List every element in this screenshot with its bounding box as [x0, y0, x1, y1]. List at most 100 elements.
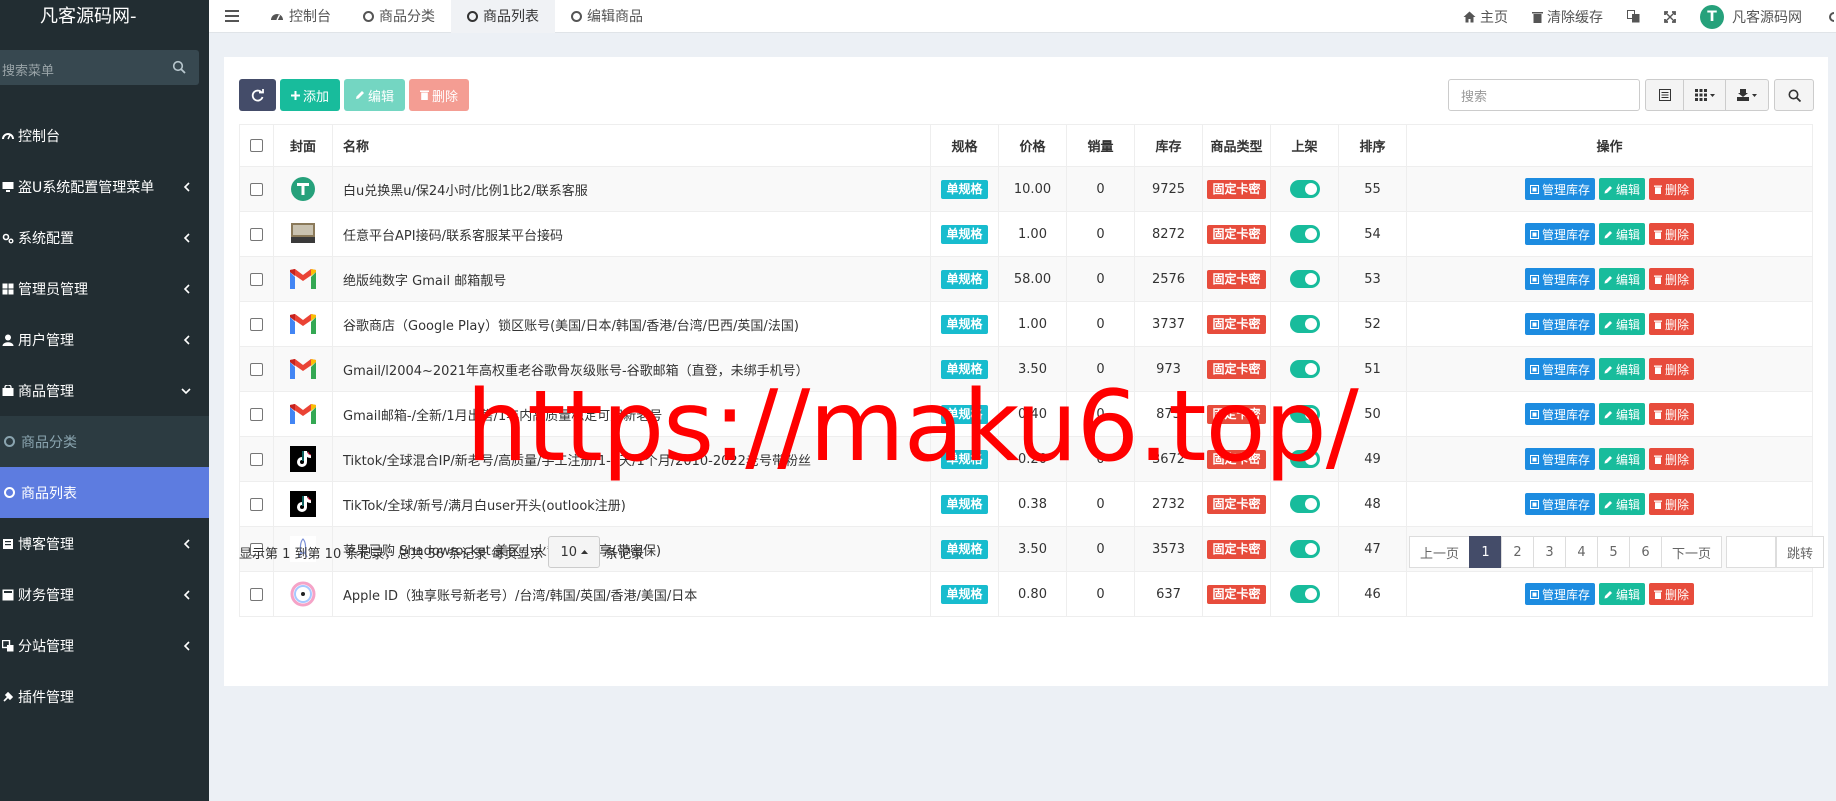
onsale-toggle[interactable]	[1289, 405, 1320, 423]
manage-stock-button[interactable]: 管理库存	[1524, 403, 1595, 425]
jump-page-button[interactable]: 跳转	[1775, 536, 1824, 568]
page-6-button[interactable]: 6	[1628, 536, 1662, 568]
sidebar-item-blog[interactable]: 博客管理	[0, 518, 209, 569]
row-edit-button[interactable]: 编辑	[1598, 493, 1645, 515]
onsale-toggle[interactable]	[1289, 180, 1320, 198]
sidebar-subitem-product-category[interactable]: 商品分类	[0, 416, 209, 467]
manage-stock-button[interactable]: 管理库存	[1524, 268, 1595, 290]
table-row[interactable]: Gmail邮箱-/全新/1月出售/1年内高质量稳定可用新老号 单规格 0.40 0 87…	[239, 391, 1813, 437]
menu-search-input[interactable]: 搜索菜单	[0, 50, 199, 85]
product-cover-image[interactable]	[288, 354, 318, 384]
table-row[interactable]: Apple ID（独享账号新老号）/台湾/韩国/英国/香港/美国/日本 单规格 0.…	[239, 571, 1813, 617]
sidebar-item-admin[interactable]: 管理员管理	[0, 263, 209, 314]
row-checkbox[interactable]	[250, 182, 263, 196]
table-row[interactable]: TikTok/全球/新号/满月白user开头(outlook注册) 单规格 0.38…	[239, 481, 1813, 527]
row-checkbox[interactable]	[250, 497, 263, 511]
table-row[interactable]: 绝版纯数字 Gmail 邮箱靓号 单规格 58.00 0 2576 固定卡密 53 管理库存 编…	[239, 256, 1813, 302]
translate-button[interactable]	[1615, 0, 1652, 33]
manage-stock-button[interactable]: 管理库存	[1524, 448, 1595, 470]
sidebar-item-system-u[interactable]: 盗U系统配置管理菜单	[0, 161, 209, 212]
row-checkbox[interactable]	[250, 227, 263, 241]
column-header-sort[interactable]: 排序	[1338, 124, 1407, 167]
select-all-checkbox[interactable]	[250, 139, 263, 152]
page-1-button[interactable]: 1	[1468, 536, 1502, 568]
product-cover-image[interactable]	[288, 309, 318, 339]
onsale-toggle[interactable]	[1289, 495, 1320, 513]
product-cover-image[interactable]	[288, 264, 318, 294]
table-row[interactable]: Gmail/l2004~2021年高权重老谷歌骨灰级账号-谷歌邮箱（直登，未绑手…	[239, 346, 1813, 392]
onsale-toggle[interactable]	[1289, 315, 1320, 333]
sidebar-item-products[interactable]: 商品管理	[0, 365, 209, 416]
toggle-view-button[interactable]	[1646, 80, 1684, 110]
tab-product-list[interactable]: 商品列表	[451, 0, 555, 33]
onsale-toggle[interactable]	[1289, 585, 1320, 603]
column-header-name[interactable]: 名称	[332, 124, 931, 167]
row-edit-button[interactable]: 编辑	[1598, 448, 1645, 470]
row-edit-button[interactable]: 编辑	[1598, 583, 1645, 605]
column-header-sales[interactable]: 销量	[1066, 124, 1135, 167]
column-header-price[interactable]: 价格	[998, 124, 1067, 167]
settings-button[interactable]	[1814, 0, 1836, 33]
tab-edit-product[interactable]: 编辑商品	[555, 0, 659, 33]
refresh-button[interactable]	[239, 79, 276, 111]
prev-page-button[interactable]: 上一页	[1408, 536, 1470, 568]
product-cover-image[interactable]	[288, 579, 318, 609]
jump-page-input[interactable]	[1725, 536, 1776, 568]
table-row[interactable]: 任意平台API接码/联系客服某平台接码 单规格 1.00 0 8272 固定卡密 54 管理库…	[239, 211, 1813, 257]
manage-stock-button[interactable]: 管理库存	[1524, 358, 1595, 380]
product-cover-image[interactable]	[288, 174, 318, 204]
row-checkbox[interactable]	[250, 362, 263, 376]
column-header-type[interactable]: 商品类型	[1202, 124, 1271, 167]
row-edit-button[interactable]: 编辑	[1598, 403, 1645, 425]
sidebar-item-plugins[interactable]: 插件管理	[0, 671, 209, 722]
user-menu[interactable]: T 凡客源码网	[1688, 0, 1814, 33]
home-link[interactable]: 主页	[1451, 0, 1520, 33]
table-row[interactable]: 谷歌商店（Google Play）锁区账号(美国/日本/韩国/香港/台湾/巴西/…	[239, 301, 1813, 347]
column-header-stock[interactable]: 库存	[1134, 124, 1203, 167]
delete-button[interactable]: 删除	[409, 79, 470, 111]
brand-title[interactable]: 凡客源码网-	[0, 0, 209, 33]
product-cover-image[interactable]	[288, 219, 318, 249]
page-2-button[interactable]: 2	[1500, 536, 1534, 568]
manage-stock-button[interactable]: 管理库存	[1524, 178, 1595, 200]
row-checkbox[interactable]	[250, 272, 263, 286]
onsale-toggle[interactable]	[1289, 360, 1320, 378]
manage-stock-button[interactable]: 管理库存	[1524, 223, 1595, 245]
page-3-button[interactable]: 3	[1532, 536, 1566, 568]
page-5-button[interactable]: 5	[1596, 536, 1630, 568]
sidebar-item-dashboard[interactable]: 控制台	[0, 110, 209, 161]
advanced-search-button[interactable]	[1774, 79, 1814, 111]
row-delete-button[interactable]: 删除	[1649, 403, 1695, 425]
row-checkbox[interactable]	[250, 452, 263, 466]
onsale-toggle[interactable]	[1289, 450, 1320, 468]
column-header-cover[interactable]: 封面	[273, 124, 333, 167]
fullscreen-button[interactable]	[1652, 0, 1688, 33]
row-edit-button[interactable]: 编辑	[1598, 358, 1645, 380]
row-delete-button[interactable]: 删除	[1649, 268, 1695, 290]
row-delete-button[interactable]: 删除	[1649, 493, 1695, 515]
sidebar-item-users[interactable]: 用户管理	[0, 314, 209, 365]
next-page-button[interactable]: 下一页	[1660, 536, 1722, 568]
edit-button[interactable]: 编辑	[344, 79, 406, 111]
row-delete-button[interactable]: 删除	[1649, 178, 1695, 200]
row-edit-button[interactable]: 编辑	[1598, 223, 1645, 245]
manage-stock-button[interactable]: 管理库存	[1524, 493, 1595, 515]
row-checkbox[interactable]	[250, 587, 263, 601]
manage-stock-button[interactable]: 管理库存	[1524, 313, 1595, 335]
columns-dropdown-button[interactable]	[1684, 80, 1726, 110]
onsale-toggle[interactable]	[1289, 270, 1320, 288]
sidebar-item-system-config[interactable]: 系统配置	[0, 212, 209, 263]
export-dropdown-button[interactable]	[1726, 80, 1768, 110]
tab-product-category[interactable]: 商品分类	[347, 0, 451, 33]
onsale-toggle[interactable]	[1289, 540, 1320, 558]
sidebar-subitem-product-list[interactable]: 商品列表	[0, 467, 209, 518]
row-delete-button[interactable]: 删除	[1649, 448, 1695, 470]
row-edit-button[interactable]: 编辑	[1598, 313, 1645, 335]
row-delete-button[interactable]: 删除	[1649, 358, 1695, 380]
row-checkbox[interactable]	[250, 407, 263, 421]
table-row[interactable]: Tiktok/全球混合IP/新老号/高质量/手工注册/1-7天/1个月/2010…	[239, 436, 1813, 482]
row-edit-button[interactable]: 编辑	[1598, 268, 1645, 290]
product-cover-image[interactable]	[288, 489, 318, 519]
row-delete-button[interactable]: 删除	[1649, 313, 1695, 335]
onsale-toggle[interactable]	[1289, 225, 1320, 243]
